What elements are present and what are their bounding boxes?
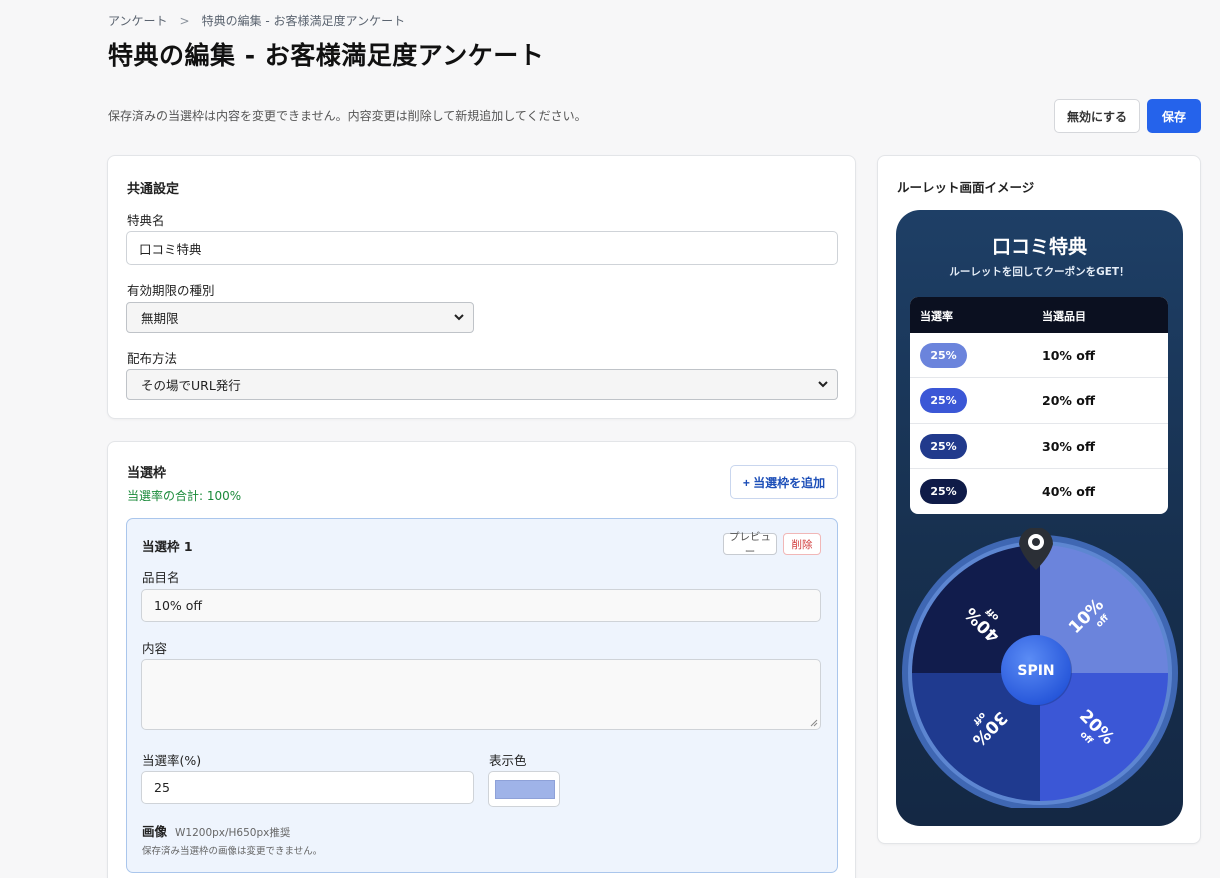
page-title: 特典の編集 - お客様満足度アンケート — [108, 41, 545, 70]
color-label: 表示色 — [489, 753, 527, 768]
image-note: 保存済み当選枠の画像は変更できません。 — [142, 846, 323, 857]
breadcrumb: アンケート > 特典の編集 - お客様満足度アンケート — [108, 12, 405, 29]
phone-mockup: 口コミ特典 ルーレットを回してクーポンをGET！ 当選率 当選品目 25% 10… — [896, 210, 1183, 826]
col-item-header: 当選品目 — [1042, 310, 1086, 323]
spin-label: SPIN — [1017, 663, 1054, 679]
image-label: 画像 — [142, 824, 168, 839]
slot-preview-button[interactable]: プレビュー — [723, 531, 777, 558]
rate-pill: 25% — [920, 343, 967, 368]
rate-pill: 25% — [920, 433, 967, 459]
breadcrumb-root-link[interactable]: アンケート — [108, 12, 168, 29]
item-name: 30% off — [1042, 438, 1095, 454]
reward-name-label: 特典名 — [127, 213, 165, 228]
save-button[interactable]: 保存 — [1147, 99, 1201, 133]
table-row: 25% 20% off — [910, 378, 1168, 424]
slot-title: 当選枠 1 — [142, 539, 193, 554]
disable-button[interactable]: 無効にする — [1054, 99, 1140, 133]
common-settings-card: 共通設定 特典名 口コミ特典 有効期限の種別 無期限 配布方法 その場でURL発… — [107, 155, 856, 419]
item-name-input[interactable]: 10% off — [141, 589, 821, 622]
breadcrumb-separator: > — [179, 13, 190, 28]
col-rate-header: 当選率 — [920, 310, 953, 323]
slot-delete-button[interactable]: 削除 — [783, 533, 821, 555]
rate-label: 当選率(%) — [142, 753, 202, 768]
distribution-select[interactable]: その場でURL発行 — [126, 369, 838, 400]
item-name: 10% off — [1042, 348, 1095, 363]
edit-notice: 保存済みの当選枠は内容を変更できません。内容変更は削除して新規追加してください。 — [108, 109, 587, 123]
content-textarea[interactable] — [141, 659, 821, 730]
rate-pill: 25% — [920, 478, 967, 504]
table-header: 当選率 当選品目 — [910, 297, 1168, 333]
phone-title: 口コミ特典 — [991, 236, 1087, 258]
rate-pill: 25% — [920, 388, 967, 414]
breadcrumb-current: 特典の編集 - お客様満足度アンケート — [201, 14, 406, 28]
phone-subtitle: ルーレットを回してクーポンをGET！ — [949, 266, 1130, 278]
expiry-type-label: 有効期限の種別 — [127, 283, 215, 298]
chevron-down-icon — [818, 381, 828, 388]
prize-slots-card: 当選枠 当選率の合計: 100% + 当選枠を追加 当選枠 1 プレビュー 削除… — [107, 441, 856, 878]
distribution-label: 配布方法 — [127, 351, 178, 366]
roulette-wheel: 10% off 20% off 30% off 40% off SPIN — [902, 528, 1178, 808]
expiry-type-value: 無期限 — [141, 311, 179, 326]
roulette-preview-card: ルーレット画面イメージ 口コミ特典 ルーレットを回してクーポンをGET！ 当選率… — [877, 155, 1201, 844]
prize-rate-table: 当選率 当選品目 25% 10% off 25% 20% off 25% 30%… — [910, 297, 1168, 514]
slot-1-panel: 当選枠 1 プレビュー 削除 品目名 10% off 内容 当選率(%) 25 … — [126, 518, 838, 873]
expiry-type-select[interactable]: 無期限 — [126, 302, 474, 333]
rate-input[interactable]: 25 — [141, 771, 474, 804]
add-slot-button[interactable]: + 当選枠を追加 — [730, 465, 838, 499]
reward-name-input[interactable]: 口コミ特典 — [126, 231, 838, 265]
table-row: 25% 40% off — [910, 469, 1168, 514]
image-size-hint: W1200px/H650px推奨 — [175, 827, 291, 839]
common-settings-title: 共通設定 — [127, 182, 180, 197]
table-row: 25% 10% off — [910, 333, 1168, 379]
table-row: 25% 30% off — [910, 424, 1168, 469]
color-picker[interactable] — [488, 771, 560, 807]
distribution-value: その場でURL発行 — [141, 378, 241, 393]
resize-handle-icon[interactable] — [809, 718, 818, 727]
item-name: 20% off — [1042, 393, 1095, 409]
content-label: 内容 — [142, 641, 168, 656]
color-swatch — [495, 780, 555, 799]
item-name: 40% off — [1042, 483, 1095, 499]
roulette-preview-title: ルーレット画面イメージ — [897, 180, 1035, 195]
chevron-down-icon — [454, 314, 464, 321]
item-name-label: 品目名 — [142, 570, 180, 585]
total-rate-text: 当選率の合計: 100% — [127, 489, 242, 503]
prize-slots-title: 当選枠 — [127, 466, 167, 481]
